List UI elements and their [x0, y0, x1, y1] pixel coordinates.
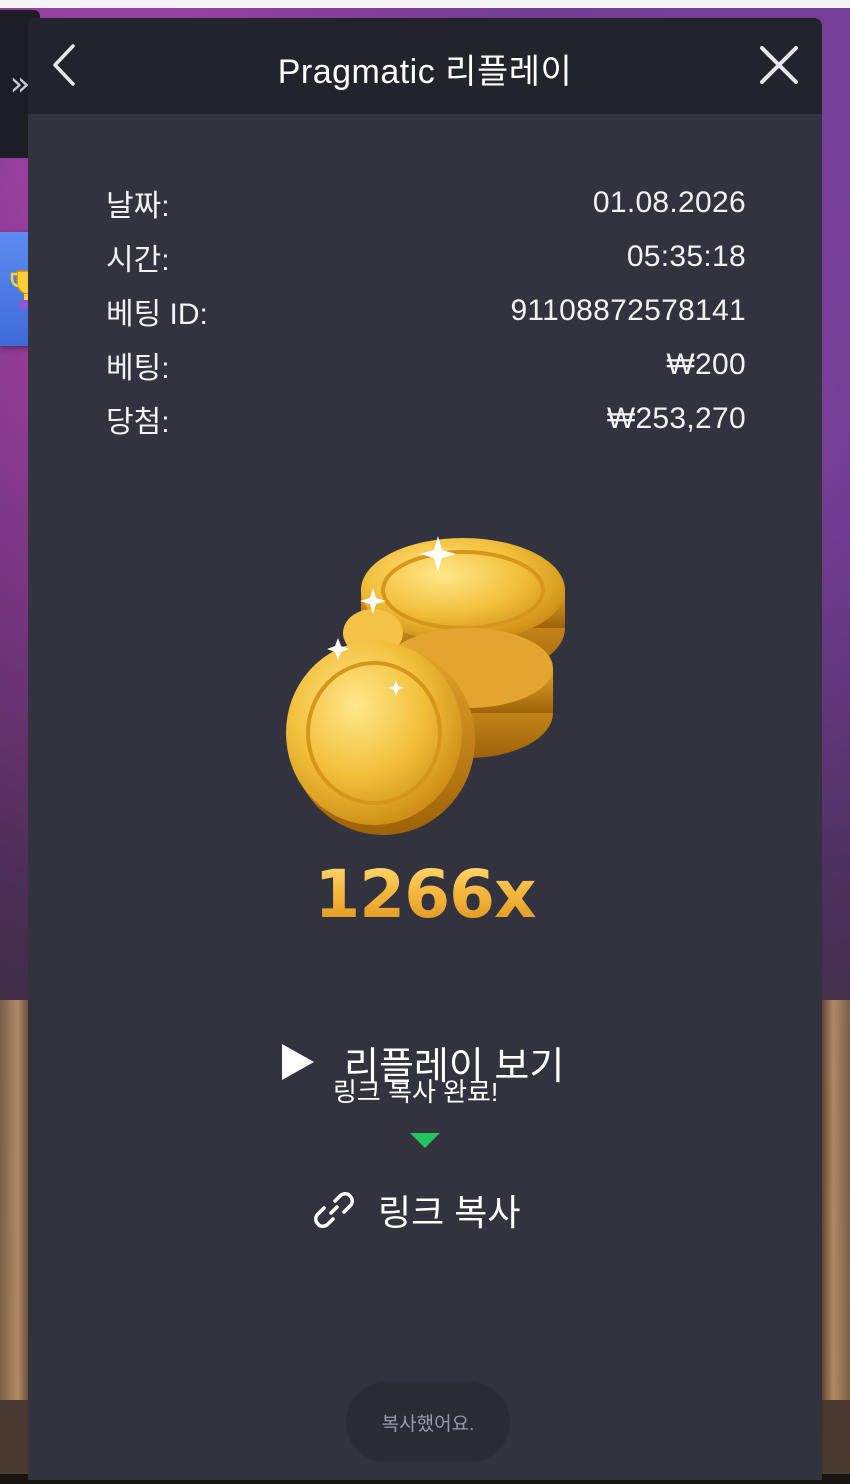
bet-details: 날짜: 01.08.2026 시간: 05:35:18 베팅 ID: 91108…	[106, 176, 746, 446]
tooltip-arrow	[410, 1133, 440, 1148]
date-value: 01.08.2026	[592, 186, 746, 219]
copy-link-label: 링크 복사	[378, 1192, 521, 1233]
background-pillar-right	[822, 1000, 850, 1400]
back-button[interactable]	[44, 40, 84, 90]
date-label: 날짜:	[106, 190, 170, 223]
link-copied-tooltip: 링크 복사 완료!	[333, 1077, 499, 1107]
play-icon	[278, 1042, 318, 1082]
close-button[interactable]	[754, 40, 804, 90]
link-icon	[312, 1188, 356, 1232]
bet-id-label: 베팅 ID:	[106, 298, 208, 331]
detail-row-date: 날짜: 01.08.2026	[106, 176, 746, 230]
win-value: ₩253,270	[606, 402, 746, 435]
modal-header: Pragmatic 리플레이	[28, 18, 822, 114]
chevron-left-icon	[53, 44, 75, 86]
bet-value: ₩200	[666, 348, 746, 381]
detail-row-bet-id: 베팅 ID: 91108872578141	[106, 284, 746, 338]
status-bar-strip	[0, 0, 850, 8]
detail-row-win: 당첨: ₩253,270	[106, 392, 746, 446]
time-label: 시간:	[106, 244, 170, 277]
replay-modal: Pragmatic 리플레이 날짜: 01.08.2026 시간: 05:35:…	[28, 18, 822, 1480]
background-pillar-left	[0, 1000, 30, 1400]
copy-link-button[interactable]: 링크 복사	[312, 1180, 552, 1240]
modal-title: Pragmatic 리플레이	[277, 53, 573, 91]
time-value: 05:35:18	[626, 240, 746, 273]
win-label: 당첨:	[106, 406, 170, 439]
bet-id-value: 91108872578141	[510, 294, 746, 327]
detail-row-time: 시간: 05:35:18	[106, 230, 746, 284]
close-icon	[760, 46, 798, 84]
bet-label: 베팅:	[106, 352, 170, 385]
detail-row-bet: 베팅: ₩200	[106, 338, 746, 392]
win-multiplier: 1266x	[28, 856, 822, 933]
gold-coins-icon	[286, 536, 565, 835]
copied-toast: 복사했어요.	[346, 1382, 510, 1462]
